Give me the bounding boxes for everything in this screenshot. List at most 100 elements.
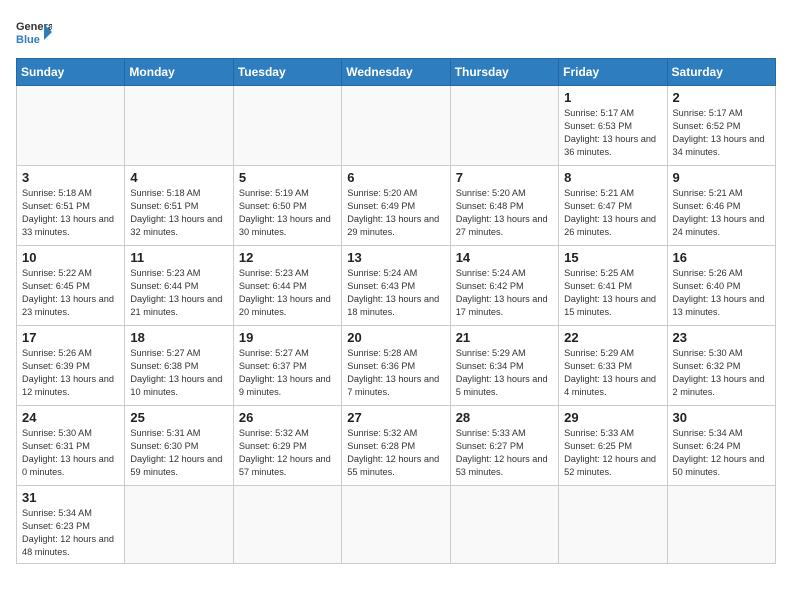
calendar-cell: 7Sunrise: 5:20 AM Sunset: 6:48 PM Daylig…	[450, 166, 558, 246]
day-info: Sunrise: 5:28 AM Sunset: 6:36 PM Dayligh…	[347, 347, 444, 399]
calendar-cell: 5Sunrise: 5:19 AM Sunset: 6:50 PM Daylig…	[233, 166, 341, 246]
day-number: 30	[673, 410, 770, 425]
day-number: 29	[564, 410, 661, 425]
calendar-cell: 9 Sunrise: 5:21 AM Sunset: 6:46 PM Daylig…	[667, 166, 775, 246]
calendar-cell: 27Sunrise: 5:32 AM Sunset: 6:28 PM Dayli…	[342, 406, 450, 486]
calendar-cell: 26 Sunrise: 5:32 AM Sunset: 6:29 PM Dayli…	[233, 406, 341, 486]
calendar-cell	[17, 86, 125, 166]
day-info: Sunrise: 5:17 AM Sunset: 6:52 PM Dayligh…	[673, 107, 770, 159]
calendar-cell	[559, 486, 667, 564]
calendar-cell: 19 Sunrise: 5:27 AM Sunset: 6:37 PM Dayli…	[233, 326, 341, 406]
day-info: Sunrise: 5:26 AM Sunset: 6:39 PM Dayligh…	[22, 347, 119, 399]
calendar-week-row: 24 Sunrise: 5:30 AM Sunset: 6:31 PM Dayli…	[17, 406, 776, 486]
day-number: 3	[22, 170, 119, 185]
day-info: Sunrise: 5:30 AM Sunset: 6:32 PM Dayligh…	[673, 347, 770, 399]
day-info: Sunrise: 5:27 AM Sunset: 6:38 PM Dayligh…	[130, 347, 227, 399]
calendar-cell	[125, 86, 233, 166]
day-info: Sunrise: 5:24 AM Sunset: 6:43 PM Dayligh…	[347, 267, 444, 319]
calendar-cell: 22 Sunrise: 5:29 AM Sunset: 6:33 PM Dayli…	[559, 326, 667, 406]
calendar-cell	[125, 486, 233, 564]
day-number: 15	[564, 250, 661, 265]
day-number: 11	[130, 250, 227, 265]
day-info: Sunrise: 5:22 AM Sunset: 6:45 PM Dayligh…	[22, 267, 119, 319]
day-info: Sunrise: 5:21 AM Sunset: 6:47 PM Dayligh…	[564, 187, 661, 239]
calendar-week-row: 1 Sunrise: 5:17 AM Sunset: 6:53 PM Daylig…	[17, 86, 776, 166]
day-info: Sunrise: 5:33 AM Sunset: 6:25 PM Dayligh…	[564, 427, 661, 479]
day-number: 2	[673, 90, 770, 105]
calendar-cell: 8 Sunrise: 5:21 AM Sunset: 6:47 PM Daylig…	[559, 166, 667, 246]
calendar-cell: 24 Sunrise: 5:30 AM Sunset: 6:31 PM Dayli…	[17, 406, 125, 486]
calendar-week-row: 31 Sunrise: 5:34 AM Sunset: 6:23 PM Dayli…	[17, 486, 776, 564]
day-info: Sunrise: 5:18 AM Sunset: 6:51 PM Dayligh…	[130, 187, 227, 239]
day-number: 13	[347, 250, 444, 265]
calendar-table: SundayMondayTuesdayWednesdayThursdayFrid…	[16, 58, 776, 564]
calendar-cell: 17 Sunrise: 5:26 AM Sunset: 6:39 PM Dayli…	[17, 326, 125, 406]
day-info: Sunrise: 5:31 AM Sunset: 6:30 PM Dayligh…	[130, 427, 227, 479]
day-number: 20	[347, 330, 444, 345]
day-info: Sunrise: 5:33 AM Sunset: 6:27 PM Dayligh…	[456, 427, 553, 479]
calendar-cell: 30Sunrise: 5:34 AM Sunset: 6:24 PM Dayli…	[667, 406, 775, 486]
calendar-cell: 14 Sunrise: 5:24 AM Sunset: 6:42 PM Dayli…	[450, 246, 558, 326]
calendar-cell	[233, 486, 341, 564]
day-number: 6	[347, 170, 444, 185]
day-number: 10	[22, 250, 119, 265]
calendar-cell	[450, 86, 558, 166]
day-number: 17	[22, 330, 119, 345]
day-number: 9	[673, 170, 770, 185]
calendar-cell: 28Sunrise: 5:33 AM Sunset: 6:27 PM Dayli…	[450, 406, 558, 486]
calendar-cell: 13 Sunrise: 5:24 AM Sunset: 6:43 PM Dayli…	[342, 246, 450, 326]
day-info: Sunrise: 5:30 AM Sunset: 6:31 PM Dayligh…	[22, 427, 119, 479]
calendar-cell: 15Sunrise: 5:25 AM Sunset: 6:41 PM Dayli…	[559, 246, 667, 326]
calendar-cell: 2 Sunrise: 5:17 AM Sunset: 6:52 PM Daylig…	[667, 86, 775, 166]
day-number: 18	[130, 330, 227, 345]
day-info: Sunrise: 5:23 AM Sunset: 6:44 PM Dayligh…	[130, 267, 227, 319]
day-number: 22	[564, 330, 661, 345]
day-number: 8	[564, 170, 661, 185]
calendar-cell	[342, 486, 450, 564]
day-info: Sunrise: 5:29 AM Sunset: 6:33 PM Dayligh…	[564, 347, 661, 399]
day-number: 24	[22, 410, 119, 425]
day-info: Sunrise: 5:20 AM Sunset: 6:49 PM Dayligh…	[347, 187, 444, 239]
calendar-cell: 23Sunrise: 5:30 AM Sunset: 6:32 PM Dayli…	[667, 326, 775, 406]
calendar-cell: 29 Sunrise: 5:33 AM Sunset: 6:25 PM Dayli…	[559, 406, 667, 486]
page-header: General Blue	[16, 16, 776, 48]
weekday-header-thursday: Thursday	[450, 59, 558, 86]
calendar-cell	[450, 486, 558, 564]
day-info: Sunrise: 5:32 AM Sunset: 6:29 PM Dayligh…	[239, 427, 336, 479]
calendar-cell: 25Sunrise: 5:31 AM Sunset: 6:30 PM Dayli…	[125, 406, 233, 486]
weekday-header-wednesday: Wednesday	[342, 59, 450, 86]
day-info: Sunrise: 5:18 AM Sunset: 6:51 PM Dayligh…	[22, 187, 119, 239]
day-number: 31	[22, 490, 119, 505]
day-info: Sunrise: 5:24 AM Sunset: 6:42 PM Dayligh…	[456, 267, 553, 319]
day-info: Sunrise: 5:27 AM Sunset: 6:37 PM Dayligh…	[239, 347, 336, 399]
day-number: 14	[456, 250, 553, 265]
day-info: Sunrise: 5:21 AM Sunset: 6:46 PM Dayligh…	[673, 187, 770, 239]
day-info: Sunrise: 5:34 AM Sunset: 6:23 PM Dayligh…	[22, 507, 119, 559]
weekday-header-saturday: Saturday	[667, 59, 775, 86]
weekday-header-friday: Friday	[559, 59, 667, 86]
day-number: 21	[456, 330, 553, 345]
day-number: 26	[239, 410, 336, 425]
calendar-cell: 6 Sunrise: 5:20 AM Sunset: 6:49 PM Daylig…	[342, 166, 450, 246]
day-info: Sunrise: 5:26 AM Sunset: 6:40 PM Dayligh…	[673, 267, 770, 319]
calendar-cell: 1 Sunrise: 5:17 AM Sunset: 6:53 PM Daylig…	[559, 86, 667, 166]
calendar-cell: 10 Sunrise: 5:22 AM Sunset: 6:45 PM Dayli…	[17, 246, 125, 326]
calendar-cell: 4Sunrise: 5:18 AM Sunset: 6:51 PM Daylig…	[125, 166, 233, 246]
day-info: Sunrise: 5:29 AM Sunset: 6:34 PM Dayligh…	[456, 347, 553, 399]
day-info: Sunrise: 5:32 AM Sunset: 6:28 PM Dayligh…	[347, 427, 444, 479]
calendar-week-row: 10 Sunrise: 5:22 AM Sunset: 6:45 PM Dayli…	[17, 246, 776, 326]
calendar-cell: 21 Sunrise: 5:29 AM Sunset: 6:34 PM Dayli…	[450, 326, 558, 406]
day-info: Sunrise: 5:17 AM Sunset: 6:53 PM Dayligh…	[564, 107, 661, 159]
calendar-cell: 12 Sunrise: 5:23 AM Sunset: 6:44 PM Dayli…	[233, 246, 341, 326]
weekday-header-tuesday: Tuesday	[233, 59, 341, 86]
calendar-cell: 20 Sunrise: 5:28 AM Sunset: 6:36 PM Dayli…	[342, 326, 450, 406]
day-number: 19	[239, 330, 336, 345]
calendar-cell	[667, 486, 775, 564]
day-number: 12	[239, 250, 336, 265]
weekday-header-sunday: Sunday	[17, 59, 125, 86]
day-info: Sunrise: 5:23 AM Sunset: 6:44 PM Dayligh…	[239, 267, 336, 319]
calendar-cell: 16Sunrise: 5:26 AM Sunset: 6:40 PM Dayli…	[667, 246, 775, 326]
day-info: Sunrise: 5:19 AM Sunset: 6:50 PM Dayligh…	[239, 187, 336, 239]
weekday-header-row: SundayMondayTuesdayWednesdayThursdayFrid…	[17, 59, 776, 86]
day-number: 1	[564, 90, 661, 105]
